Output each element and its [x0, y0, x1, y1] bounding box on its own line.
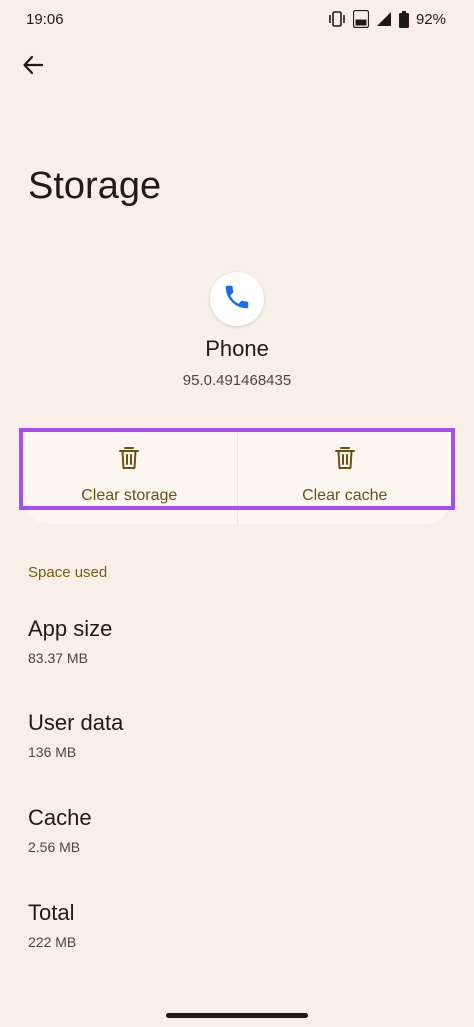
trash-icon — [118, 446, 140, 475]
volte-icon — [352, 10, 369, 28]
page-title: Storage — [28, 165, 162, 207]
clear-storage-button[interactable]: Clear storage — [22, 432, 237, 524]
status-bar: 19:06 92% — [0, 0, 474, 38]
space-used-header: Space used — [28, 564, 108, 581]
app-icon — [210, 272, 264, 326]
clear-cache-label: Clear cache — [302, 487, 388, 504]
app-size-item: App size 83.37 MB — [28, 616, 112, 666]
battery-icon — [398, 10, 409, 28]
battery-percent: 92% — [415, 10, 446, 28]
total-value: 222 MB — [28, 934, 77, 950]
user-data-item: User data 136 MB — [28, 710, 123, 760]
total-label: Total — [28, 900, 75, 925]
clear-cache-button[interactable]: Clear cache — [238, 432, 453, 524]
trash-icon — [334, 446, 356, 475]
app-name: Phone — [205, 336, 269, 361]
actions-card: Clear storage Clear cache — [22, 432, 452, 524]
back-button[interactable] — [16, 50, 50, 84]
gesture-nav-handle[interactable] — [166, 1013, 308, 1018]
cache-value: 2.56 MB — [28, 839, 81, 855]
total-item: Total 222 MB — [28, 900, 76, 950]
status-time: 19:06 — [26, 10, 64, 28]
cache-item: Cache 2.56 MB — [28, 805, 92, 855]
vibrate-icon — [328, 11, 346, 27]
app-size-label: App size — [28, 616, 113, 641]
phone-icon — [222, 282, 252, 317]
status-icons: 92% — [328, 10, 446, 28]
user-data-label: User data — [28, 710, 124, 735]
app-version: 95.0.491468435 — [182, 372, 292, 389]
app-size-value: 83.37 MB — [28, 650, 88, 666]
clear-storage-label: Clear storage — [81, 487, 178, 504]
user-data-value: 136 MB — [28, 744, 77, 760]
signal-icon — [376, 11, 392, 27]
cache-label: Cache — [28, 805, 92, 830]
arrow-back-icon — [22, 54, 44, 81]
